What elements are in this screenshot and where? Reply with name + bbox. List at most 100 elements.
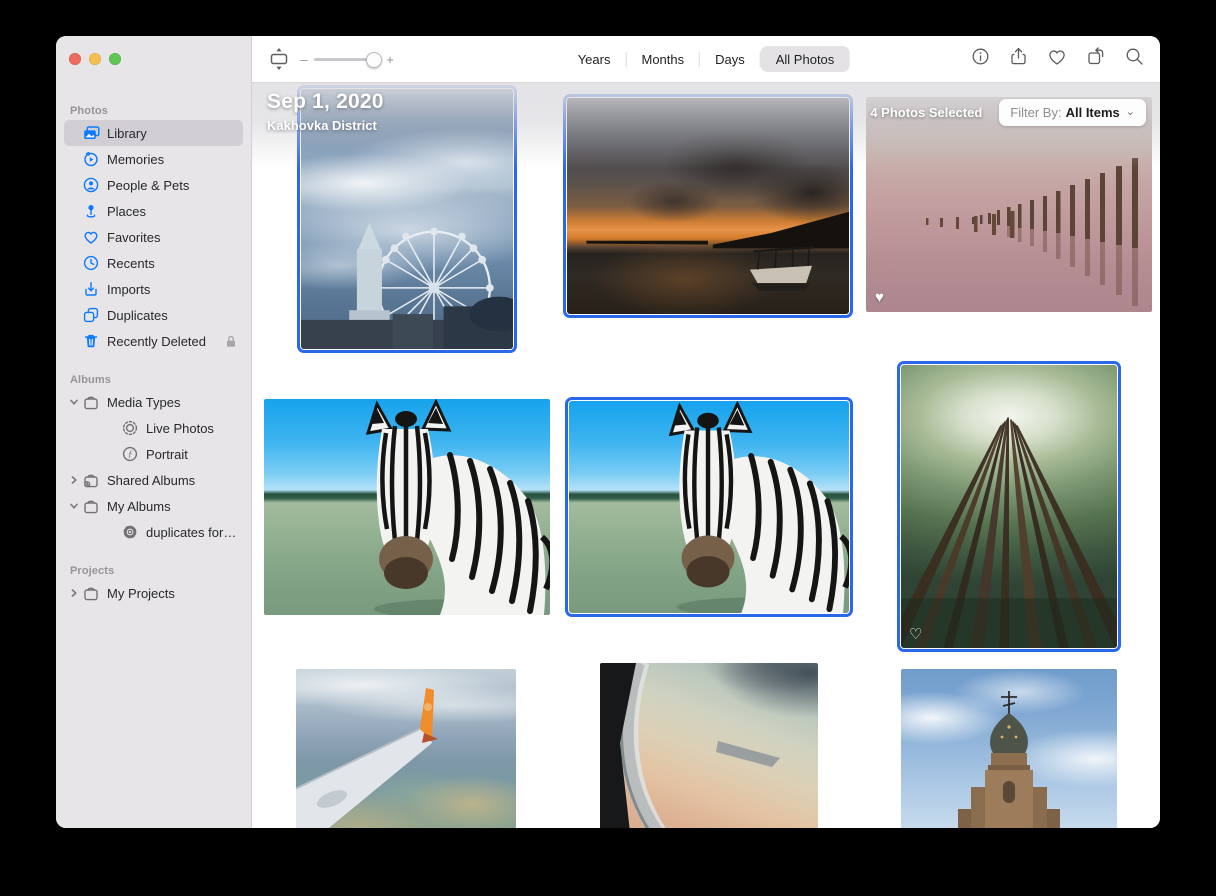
tab-all-photos[interactable]: All Photos: [761, 46, 850, 72]
favorites-heart-icon: [81, 230, 101, 245]
sidebar-item-imports[interactable]: Imports: [64, 276, 243, 302]
recents-clock-icon: [81, 255, 101, 271]
photo-library-icon: [81, 126, 101, 141]
trash-icon: [81, 333, 101, 349]
photo-thumbnail-forest-canopy[interactable]: ♡: [897, 361, 1121, 652]
photo-thumbnail-sunset-lake[interactable]: [563, 94, 853, 318]
sidebar-section-header-albums: Albums: [70, 374, 251, 386]
shared-album-icon: [81, 473, 101, 488]
sidebar-item-label: Imports: [107, 282, 150, 297]
sidebar-section-header-photos: Photos: [70, 105, 251, 117]
sidebar-item-label: Places: [107, 204, 146, 219]
photo-thumbnail-zebra[interactable]: [264, 399, 550, 615]
sidebar-item-portrait[interactable]: ƒ Portrait: [64, 441, 243, 467]
sidebar-item-label: My Projects: [107, 586, 175, 601]
photo-thumbnail-pink-lake[interactable]: ♥: [866, 97, 1152, 312]
sidebar-item-label: People & Pets: [107, 178, 189, 193]
sidebar-item-favorites[interactable]: Favorites: [64, 224, 243, 250]
sidebar-item-people-pets[interactable]: People & Pets: [64, 172, 243, 198]
sidebar-item-live-photos[interactable]: Live Photos: [64, 415, 243, 441]
sidebar-item-recently-deleted[interactable]: Recently Deleted: [64, 328, 243, 354]
duplicates-icon: [81, 307, 101, 323]
sidebar-section-header-projects: Projects: [70, 565, 251, 577]
favorite-badge-filled: ♥: [875, 290, 884, 305]
sidebar-item-my-projects[interactable]: My Projects: [64, 580, 243, 606]
chevron-right-icon[interactable]: [66, 475, 81, 485]
svg-text:ƒ: ƒ: [128, 450, 133, 460]
sidebar-item-duplicates[interactable]: Duplicates: [64, 302, 243, 328]
search-icon[interactable]: [1125, 47, 1144, 71]
main-area: – + Years Months Days All Photos: [252, 36, 1160, 828]
thumbnail-zoom-slider: – +: [300, 52, 394, 67]
sidebar-item-label: Recently Deleted: [107, 334, 206, 349]
info-icon[interactable]: [971, 47, 990, 71]
photo-thumbnail-airplane-wing[interactable]: [296, 669, 516, 828]
chevron-down-icon[interactable]: [66, 501, 81, 511]
lock-icon: [225, 335, 237, 348]
chevron-down-icon[interactable]: [66, 397, 81, 407]
sidebar-item-label: Recents: [107, 256, 155, 271]
sidebar-item-duplicates-for-deletion[interactable]: duplicates for deleti…: [64, 519, 243, 545]
tab-months[interactable]: Months: [626, 46, 699, 72]
minimize-button[interactable]: [89, 53, 101, 65]
thumbnail-aspect-toggle-button[interactable]: [268, 47, 290, 71]
favorite-badge-outline: ♡: [909, 627, 922, 642]
sidebar-item-label: Shared Albums: [107, 473, 195, 488]
sidebar-item-memories[interactable]: Memories: [64, 146, 243, 172]
tab-days[interactable]: Days: [700, 46, 760, 72]
sidebar-item-library[interactable]: Library: [64, 120, 243, 146]
portrait-icon: ƒ: [120, 446, 140, 462]
share-icon[interactable]: [1009, 47, 1028, 71]
photo-thumbnail-zebra-duplicate[interactable]: [565, 397, 853, 617]
window-frame-graphic: [600, 663, 818, 828]
zoom-window-button[interactable]: [109, 53, 121, 65]
places-pin-icon: [81, 203, 101, 219]
tree-trunks-graphic: [901, 365, 1117, 648]
filter-value-label: All Items: [1066, 105, 1120, 120]
sidebar-item-label: Duplicates: [107, 308, 168, 323]
zoom-slider-knob[interactable]: [366, 52, 382, 68]
sidebar-item-recents[interactable]: Recents: [64, 250, 243, 276]
church-tower-graphic: [901, 669, 1117, 828]
zebra-graphic: [569, 401, 849, 613]
zoom-in-label[interactable]: +: [386, 52, 394, 67]
sidebar-item-label: Live Photos: [146, 421, 214, 436]
sidebar-item-shared-albums[interactable]: Shared Albums: [64, 467, 243, 493]
sidebar-item-my-albums[interactable]: My Albums: [64, 493, 243, 519]
window-controls: [56, 36, 251, 65]
album-icon: [81, 499, 101, 514]
chevron-right-icon[interactable]: [66, 588, 81, 598]
live-photos-icon: [120, 420, 140, 436]
zoom-slider-track[interactable]: [314, 58, 380, 61]
sunset-boat-graphic: [567, 98, 849, 314]
sidebar: Photos Library Memories: [56, 36, 252, 828]
filter-by-dropdown[interactable]: Filter By: All Items ⌄: [999, 99, 1146, 126]
chevron-down-icon: ⌄: [1126, 105, 1135, 118]
photo-thumbnail-airplane-window[interactable]: [600, 663, 818, 828]
tab-years[interactable]: Years: [563, 46, 626, 72]
date-title: Sep 1, 2020: [267, 90, 384, 114]
sidebar-item-label: duplicates for deleti…: [146, 525, 237, 540]
filter-prefix-label: Filter By:: [1010, 105, 1061, 120]
imports-icon: [81, 281, 101, 297]
memories-icon: [81, 151, 101, 167]
favorite-heart-icon[interactable]: [1047, 48, 1067, 71]
sidebar-item-media-types[interactable]: Media Types: [64, 389, 243, 415]
desktop-background: Photos Library Memories: [0, 0, 1216, 896]
close-button[interactable]: [69, 53, 81, 65]
selection-bar: 4 Photos Selected Filter By: All Items ⌄: [870, 99, 1146, 126]
zebra-graphic: [264, 399, 550, 615]
rotate-icon[interactable]: [1086, 47, 1106, 71]
date-location: Kakhovka District: [267, 118, 384, 133]
sidebar-item-places[interactable]: Places: [64, 198, 243, 224]
album-icon: [81, 586, 101, 601]
selection-count-label: 4 Photos Selected: [870, 105, 982, 120]
photo-thumbnail-church-dome[interactable]: [901, 669, 1117, 828]
sidebar-item-label: My Albums: [107, 499, 171, 514]
sidebar-nav: Photos Library Memories: [56, 65, 251, 606]
zoom-out-label[interactable]: –: [300, 52, 308, 67]
sidebar-item-label: Favorites: [107, 230, 160, 245]
album-icon: [81, 395, 101, 410]
sidebar-item-label: Memories: [107, 152, 164, 167]
view-segmented-control: Years Months Days All Photos: [563, 46, 850, 72]
